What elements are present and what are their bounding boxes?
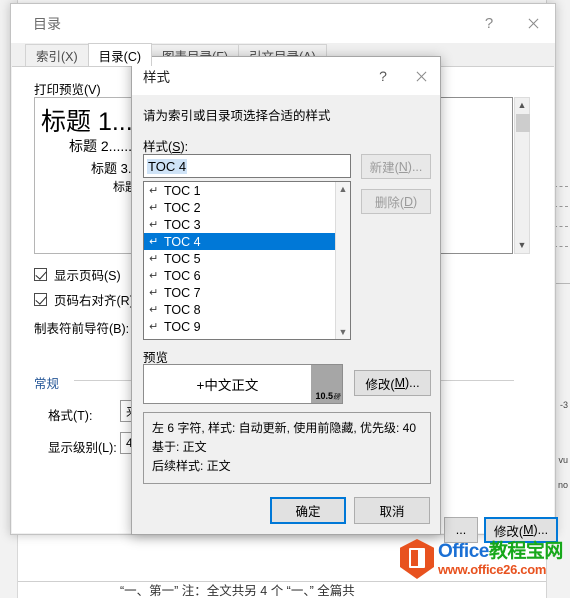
pilcrow-icon: ↵ bbox=[149, 287, 159, 299]
pilcrow-icon: ↵ bbox=[149, 202, 159, 214]
styles-label: 样式(S): bbox=[143, 140, 189, 154]
ok-button[interactable]: 确定 bbox=[270, 497, 346, 524]
list-item-label: TOC 5 bbox=[164, 251, 201, 266]
modify-style-button[interactable]: 修改(M)... bbox=[354, 370, 431, 396]
font-size-chip: 10.5磅 bbox=[311, 365, 342, 403]
list-item-selected[interactable]: ↵ TOC 4 bbox=[144, 233, 350, 250]
general-section-label: 常规 bbox=[34, 377, 60, 391]
list-item[interactable]: ↵ TOC 5 bbox=[144, 250, 350, 267]
list-item[interactable]: ↵ TOC 1 bbox=[144, 182, 350, 199]
web-preview-scrollbar[interactable]: ▲ ▼ bbox=[514, 97, 530, 254]
list-item-label: TOC 9 bbox=[164, 319, 201, 334]
print-preview-label: 打印预览(V) bbox=[34, 83, 101, 97]
list-item[interactable]: ↵ TOC 8 bbox=[144, 301, 350, 318]
style-list-scrollbar[interactable]: ▲ ▼ bbox=[335, 182, 350, 339]
pilcrow-icon: ↵ bbox=[149, 321, 159, 333]
close-icon[interactable] bbox=[402, 58, 440, 95]
font-size-unit: 磅 bbox=[333, 394, 340, 401]
toc-dialog-titlebar: 目录 ? bbox=[11, 4, 555, 43]
list-item-label: TOC 4 bbox=[164, 234, 201, 249]
checkbox-box bbox=[34, 293, 47, 306]
modify-button[interactable]: 修改(M)... bbox=[484, 517, 558, 543]
description-line-2: 基于: 正文 bbox=[152, 440, 207, 454]
document-bottom-text: “一、第一” 注：全文共另 4 个 “一、” 全篇共 bbox=[120, 584, 355, 597]
pilcrow-icon: ↵ bbox=[149, 270, 159, 282]
delete-style-button[interactable]: 删除(D) bbox=[361, 189, 431, 214]
list-item[interactable]: ↵ TOC 6 bbox=[144, 267, 350, 284]
pilcrow-icon: ↵ bbox=[149, 253, 159, 265]
chevron-down-icon[interactable]: ▼ bbox=[339, 325, 348, 339]
list-item-label: TOC 1 bbox=[164, 183, 201, 198]
pilcrow-icon: ↵ bbox=[149, 185, 159, 197]
checkbox-label: 页码右对齐(R) bbox=[54, 294, 134, 308]
gutter-mark: no bbox=[557, 480, 568, 490]
pilcrow-icon: ↵ bbox=[149, 236, 159, 248]
help-icon[interactable]: ? bbox=[467, 5, 511, 43]
format-label: 格式(T): bbox=[48, 409, 93, 423]
list-item[interactable]: ↵ TOC 7 bbox=[144, 284, 350, 301]
pilcrow-icon: ↵ bbox=[149, 219, 159, 231]
checkbox-label: 显示页码(S) bbox=[54, 269, 121, 283]
font-size-value: 10.5 bbox=[315, 391, 333, 401]
document-separator bbox=[18, 581, 546, 582]
list-item[interactable]: ↵ TOC 3 bbox=[144, 216, 350, 233]
close-icon[interactable] bbox=[511, 5, 555, 43]
list-item-label: TOC 6 bbox=[164, 268, 201, 283]
list-item-label: TOC 2 bbox=[164, 200, 201, 215]
tab-toc[interactable]: 目录(C) bbox=[87, 43, 153, 66]
show-levels-label: 显示级别(L): bbox=[48, 441, 117, 455]
help-icon[interactable]: ? bbox=[364, 58, 402, 95]
list-item-label: TOC 7 bbox=[164, 285, 201, 300]
margin-dash bbox=[554, 246, 568, 247]
description-line-3: 后续样式: 正文 bbox=[152, 459, 231, 473]
chevron-up-icon[interactable]: ▲ bbox=[518, 98, 527, 113]
gutter-mark: vu bbox=[558, 455, 568, 465]
cancel-button[interactable]: 取消 bbox=[354, 497, 430, 524]
style-dialog: 样式 ? 请为索引或目录项选择合适的样式 样式(S): TOC 4 ↵ TOC … bbox=[131, 56, 441, 535]
style-dialog-prompt: 请为索引或目录项选择合适的样式 bbox=[143, 109, 331, 123]
margin-dash bbox=[554, 186, 568, 187]
font-preview-box: +中文正文 10.5磅 bbox=[143, 364, 343, 404]
checkbox-box bbox=[34, 268, 47, 281]
pilcrow-icon: ↵ bbox=[149, 304, 159, 316]
new-style-button[interactable]: 新建(N)... bbox=[361, 154, 431, 179]
style-name-input[interactable]: TOC 4 bbox=[143, 154, 351, 178]
style-description-box: 左 6 字符, 样式: 自动更新, 使用前隐藏, 优先级: 40 基于: 正文 … bbox=[143, 412, 431, 484]
options-button[interactable]: ... bbox=[444, 517, 478, 543]
checkbox-show-page-numbers[interactable]: 显示页码(S) bbox=[34, 265, 121, 284]
list-item[interactable]: ↵ TOC 2 bbox=[144, 199, 350, 216]
list-item-label: TOC 3 bbox=[164, 217, 201, 232]
margin-dash bbox=[554, 206, 568, 207]
gutter-mark: -3 bbox=[559, 400, 568, 410]
font-preview-text: +中文正文 bbox=[196, 378, 259, 393]
chevron-down-icon[interactable]: ▼ bbox=[518, 238, 527, 253]
description-line-1: 左 6 字符, 样式: 自动更新, 使用前隐藏, 优先级: 40 bbox=[152, 421, 417, 435]
list-item-label: TOC 8 bbox=[164, 302, 201, 317]
chevron-up-icon[interactable]: ▲ bbox=[339, 182, 348, 196]
style-name-input-value: TOC 4 bbox=[147, 158, 188, 174]
style-list[interactable]: ↵ TOC 1 ↵ TOC 2 ↵ TOC 3 ↵ TOC 4 ↵ TOC 5 … bbox=[143, 181, 351, 340]
tab-index[interactable]: 索引(X) bbox=[25, 44, 89, 66]
checkbox-right-align-page-numbers[interactable]: 页码右对齐(R) bbox=[34, 290, 134, 309]
style-dialog-title: 样式 bbox=[143, 70, 170, 85]
scrollbar-thumb[interactable] bbox=[516, 114, 530, 132]
list-item[interactable]: ↵ TOC 9 bbox=[144, 318, 350, 335]
tab-leader-label: 制表符前导符(B): bbox=[34, 322, 130, 336]
toc-dialog-title: 目录 bbox=[33, 15, 61, 32]
style-dialog-titlebar: 样式 ? bbox=[132, 57, 440, 95]
margin-dash bbox=[554, 226, 568, 227]
